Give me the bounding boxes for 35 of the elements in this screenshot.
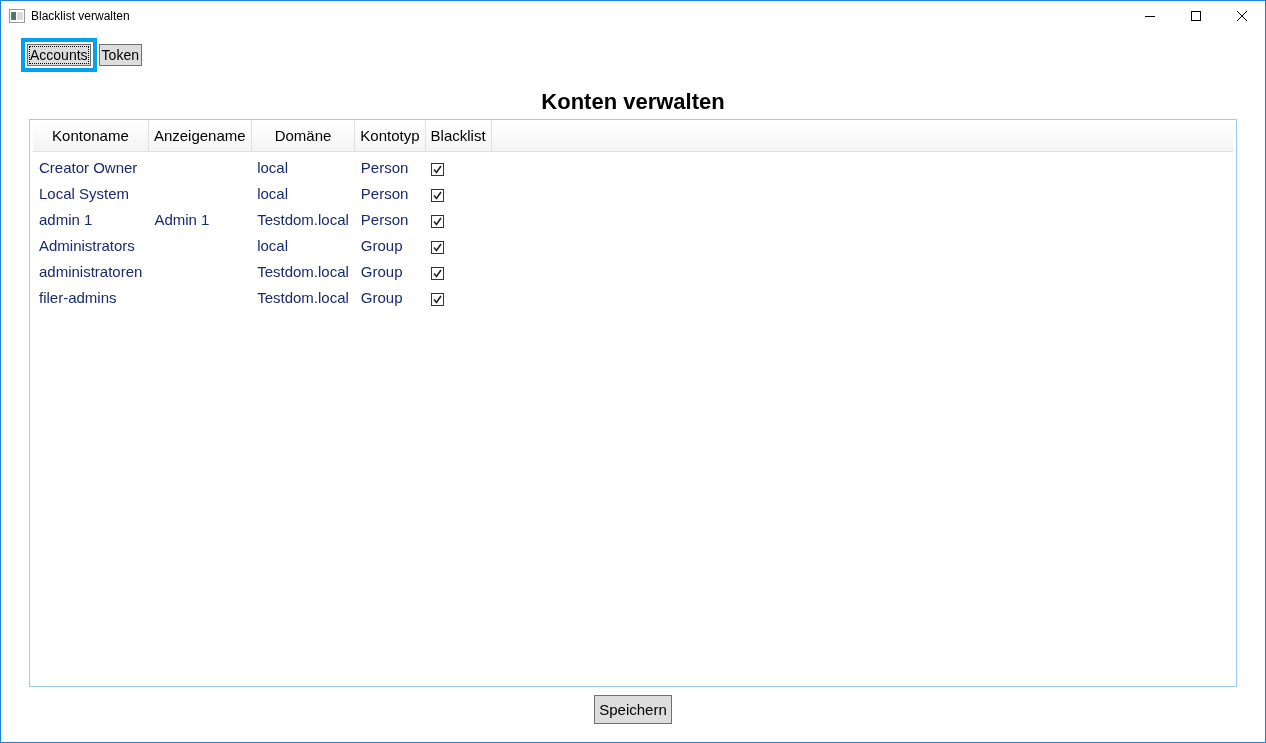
table-cell-text: Testdom.local xyxy=(256,288,350,308)
column-header[interactable]: Kontoname xyxy=(33,120,149,152)
blacklist-checkbox[interactable] xyxy=(431,266,445,280)
table-cell-text: Admin 1 xyxy=(153,210,211,230)
table-cell-text: Testdom.local xyxy=(256,262,350,282)
column-header[interactable]: Blacklist xyxy=(425,120,492,152)
table-cell-text: Local System xyxy=(38,184,131,204)
table-cell-text: Group xyxy=(359,262,404,282)
table-cell-text: filer-admins xyxy=(38,288,118,308)
blacklist-checkbox[interactable] xyxy=(431,292,445,306)
window-title: Blacklist verwalten xyxy=(31,9,131,23)
blacklist-checkbox[interactable] xyxy=(431,214,445,228)
page-heading: Konten verwalten xyxy=(540,89,726,115)
tab[interactable]: Token xyxy=(98,44,142,66)
save-button[interactable]: Speichern xyxy=(594,695,672,724)
table-cell-text: Administrators xyxy=(38,236,136,256)
blacklist-checkbox[interactable] xyxy=(431,162,445,176)
column-header[interactable]: Kontotyp xyxy=(354,120,426,152)
table-cell-text: local xyxy=(256,236,289,256)
table-cell-text: administratoren xyxy=(38,262,144,282)
table-cell-text: Person xyxy=(359,184,410,204)
column-header[interactable]: Domäne xyxy=(251,120,355,152)
table-cell-text: admin 1 xyxy=(38,210,94,230)
blacklist-checkbox[interactable] xyxy=(431,240,445,254)
table-cell-text: Group xyxy=(359,288,404,308)
table-cell: Creator Owner xyxy=(33,151,149,181)
table-cell-text: Group xyxy=(359,236,404,256)
table-cell-text: Testdom.local xyxy=(256,210,350,230)
column-header[interactable]: Anzeigename xyxy=(148,120,252,152)
table-cell: Person xyxy=(354,151,426,181)
blacklist-checkbox[interactable] xyxy=(431,188,445,202)
table-cell-text: Person xyxy=(359,210,410,230)
table-cell: local xyxy=(251,151,355,181)
table-cell-text: local xyxy=(256,184,289,204)
window-icon xyxy=(9,9,25,23)
